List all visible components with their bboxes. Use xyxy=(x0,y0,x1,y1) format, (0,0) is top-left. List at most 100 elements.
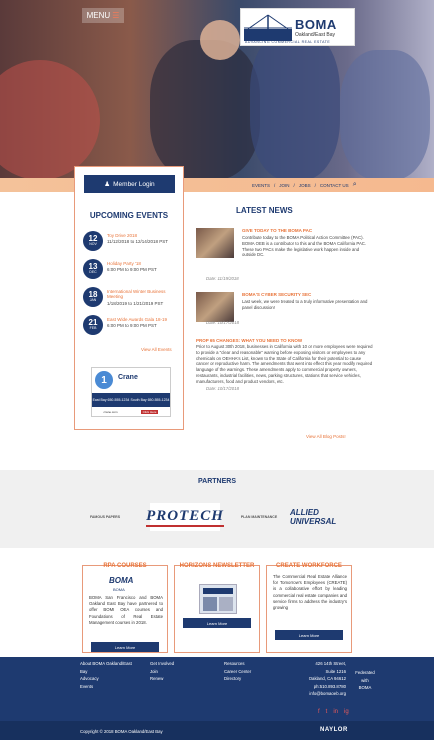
menu-button[interactable]: MENU ☰ xyxy=(82,8,124,23)
footer-federated: Federated with BOMA xyxy=(350,669,380,692)
event-time: 6:00 PM to 9:00 PM PST xyxy=(107,267,157,272)
event-name[interactable]: Toy Drive 2018 xyxy=(107,233,179,238)
facebook-icon[interactable]: f xyxy=(318,709,320,715)
ad-right-text: South Bay 650-555-1234 xyxy=(130,398,170,402)
news-title[interactable]: GIVE TODAY TO THE BOMA PAC xyxy=(242,228,312,233)
ad-cta[interactable]: Click Here xyxy=(140,410,159,414)
event-month: DEC xyxy=(89,270,97,275)
search-icon[interactable]: ⌕ xyxy=(353,181,357,189)
address-phone: ph:510.893.8780 xyxy=(313,683,346,689)
ad-contact-bar: East Bay 650-555-1234 South Bay 650-555-… xyxy=(92,393,170,407)
footer-col-about: About BOMA Oakland/East Bay Advocacy Eve… xyxy=(80,660,132,690)
event-name[interactable]: International Winter Business Meeting xyxy=(107,289,179,299)
event-time: 11/12/2018 to 12/14/2018 PST xyxy=(107,239,168,244)
partner-name: FAMOUS PAPERS xyxy=(89,515,121,519)
news-date: Date: 11/19/2018 xyxy=(206,276,239,281)
news-title[interactable]: BOMA'S CYBER SECURITY SEC xyxy=(242,292,311,297)
linkedin-icon[interactable]: in xyxy=(333,709,338,715)
partner-logo[interactable]: ALLIED UNIVERSAL xyxy=(290,503,366,531)
footer-link[interactable]: Events xyxy=(80,683,132,691)
footer: About BOMA Oakland/East Bay Advocacy Eve… xyxy=(0,657,434,721)
hamburger-icon: ☰ xyxy=(112,11,120,20)
event-item[interactable]: 12 NOV Toy Drive 2018 11/12/2018 to 12/1… xyxy=(83,231,181,255)
footer-address: 426 14th Street, Suite 1216 Oakland, CA … xyxy=(296,660,346,698)
event-item[interactable]: 21 FEB East Wide Awards Gala 18-19 6:00 … xyxy=(83,315,181,339)
partner-logo[interactable]: FAMOUS PAPERS xyxy=(80,503,130,531)
news-thumbnail[interactable] xyxy=(196,292,234,322)
footer-link[interactable]: Renew xyxy=(150,675,174,683)
nav-strip xyxy=(0,178,434,192)
box-title: CREATE WORKFORCE xyxy=(276,563,342,569)
address-line: 426 14th Street, xyxy=(315,661,346,666)
nav-events[interactable]: EVENTS xyxy=(252,183,270,188)
news-item[interactable]: GIVE TODAY TO THE BOMA PAC Contribute to… xyxy=(196,228,378,281)
event-date-badge: 18 JAN xyxy=(83,287,103,307)
bridge-icon xyxy=(244,13,292,41)
partner-name: PROTECH xyxy=(146,508,224,527)
box-body: BOMA San Francisco and BOMA Oakland East… xyxy=(89,595,163,625)
nav-jobs[interactable]: JOBS xyxy=(299,183,311,188)
federated-line: with xyxy=(361,677,369,683)
learn-more-button[interactable]: Learn More xyxy=(275,630,343,640)
footer-link[interactable]: Get Involved xyxy=(150,660,174,668)
event-name[interactable]: Holiday Party '18 xyxy=(107,261,179,266)
news-date: Date: 10/17/2018 xyxy=(206,320,239,325)
sidebar: ♟ Member Login UPCOMING EVENTS 12 NOV To… xyxy=(74,166,184,430)
event-name[interactable]: East Wide Awards Gala 18-19 xyxy=(107,317,179,322)
hero-photo-shape xyxy=(250,30,340,178)
box-title: RPA COURSES xyxy=(103,563,147,569)
news-thumbnail[interactable] xyxy=(196,228,234,258)
copyright-bar: Copyright © 2018 BOMA Oakland/East Bay N… xyxy=(0,721,434,740)
federated-line: Federated xyxy=(355,670,375,675)
event-month: JAN xyxy=(89,298,97,303)
newsletter-cover-image[interactable] xyxy=(199,584,237,614)
news-item[interactable]: PROP 65 CHANGES: WHAT YOU NEED TO KNOW P… xyxy=(196,338,378,398)
footer-link[interactable]: Career Center xyxy=(224,668,251,676)
footer-link[interactable]: Advocacy xyxy=(80,675,132,683)
footer-link[interactable]: Bay xyxy=(80,668,132,676)
event-item[interactable]: 13 DEC Holiday Party '18 6:00 PM to 9:00… xyxy=(83,259,181,283)
event-date-badge: 21 FEB xyxy=(83,315,103,335)
event-date-badge: 13 DEC xyxy=(83,259,103,279)
news-body: Prior to August 30th 2018, businesses in… xyxy=(196,344,373,384)
bomi-logo: BOMA xyxy=(113,587,125,592)
view-all-events-link[interactable]: View All Events xyxy=(141,347,172,352)
horizons-newsletter-box: HORIZONS NEWSLETTER Learn More xyxy=(174,563,260,653)
instagram-icon[interactable]: ig xyxy=(344,709,349,715)
naylor-logo[interactable]: NAYLOR xyxy=(320,727,348,733)
partners-title: PARTNERS xyxy=(198,478,236,485)
boma-logo: BOMA xyxy=(109,576,134,585)
footer-link[interactable]: Directory xyxy=(224,675,251,683)
learn-more-button[interactable]: Learn More xyxy=(91,642,159,652)
hero-photo-shape xyxy=(150,40,260,178)
event-item[interactable]: 18 JAN International Winter Business Mee… xyxy=(83,287,181,311)
member-login-button[interactable]: ♟ Member Login xyxy=(84,175,175,193)
upcoming-events-title: UPCOMING EVENTS xyxy=(89,211,169,220)
footer-link[interactable]: Join xyxy=(150,668,174,676)
hero-banner xyxy=(0,0,434,178)
latest-news-title: LATEST NEWS xyxy=(236,206,293,215)
news-item[interactable]: BOMA'S CYBER SECURITY SEC Last week, we … xyxy=(196,292,378,332)
logo-name: BOMA xyxy=(295,16,337,32)
hero-photo-shape xyxy=(0,60,100,178)
address-email[interactable]: info@bomaoeb.org xyxy=(296,690,346,698)
menu-label: MENU xyxy=(86,11,111,20)
sponsor-ad[interactable]: 1 Crane East Bay 650-555-1234 South Bay … xyxy=(91,367,171,417)
ad-site: crane.com xyxy=(103,410,118,414)
view-all-blog-link[interactable]: View All Blog Posts! xyxy=(306,434,346,439)
create-workforce-box: CREATE WORKFORCE The Commercial Real Est… xyxy=(266,563,352,653)
learn-more-button[interactable]: Learn More xyxy=(183,618,251,628)
hero-photo-shape xyxy=(200,20,240,60)
news-title[interactable]: PROP 65 CHANGES: WHAT YOU NEED TO KNOW xyxy=(196,338,302,343)
site-logo[interactable]: BOMA Oakland/East Bay ADVANCING COMMERCI… xyxy=(240,8,355,46)
partner-logo[interactable]: PLAN MAINTENANCE xyxy=(234,503,284,531)
event-month: FEB xyxy=(89,326,97,331)
nav-contact[interactable]: CONTACT US xyxy=(320,183,349,188)
ad-brand: Crane xyxy=(118,374,138,381)
nav-join[interactable]: JOIN xyxy=(279,183,289,188)
rpa-courses-box: RPA COURSES BOMA BOMA BOMA San Francisco… xyxy=(82,563,168,653)
footer-link[interactable]: Resources xyxy=(224,660,251,668)
partner-logo[interactable]: PROTECH xyxy=(146,503,224,531)
twitter-icon[interactable]: t xyxy=(326,709,328,715)
footer-link[interactable]: About BOMA Oakland/East xyxy=(80,660,132,668)
